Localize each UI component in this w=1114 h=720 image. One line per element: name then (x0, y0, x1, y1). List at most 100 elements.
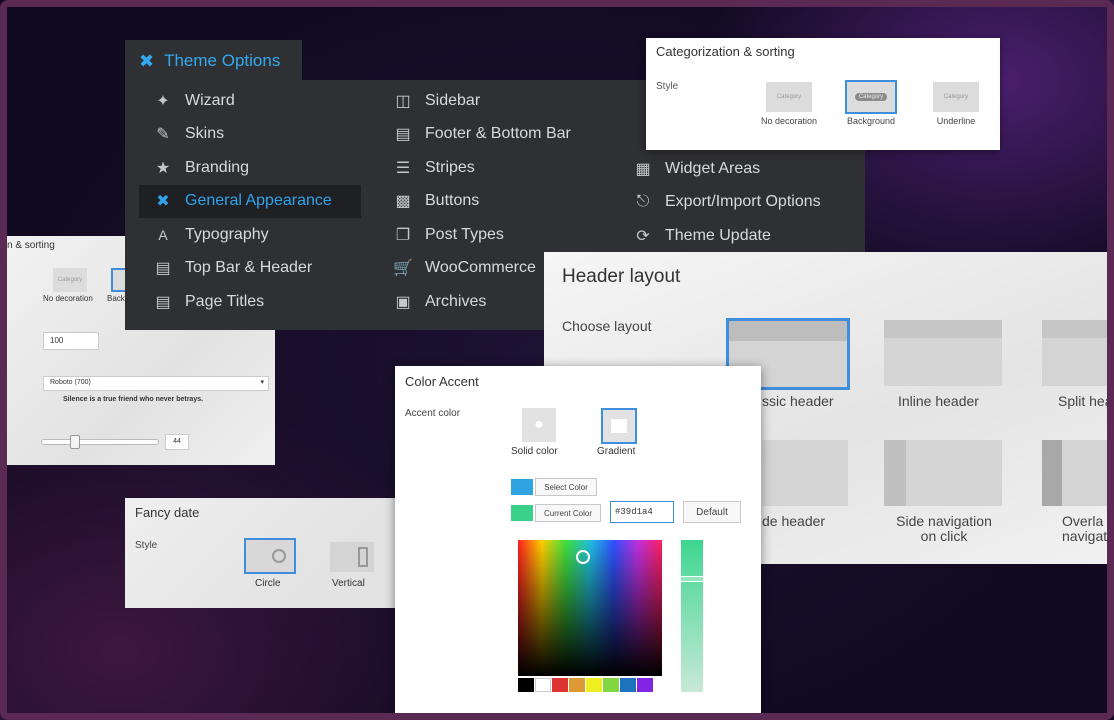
tools-icon: ✖ (156, 193, 170, 211)
slider-track[interactable] (41, 435, 159, 449)
select-color-button[interactable]: Select Color (535, 478, 597, 496)
thumb-side-bar (884, 440, 906, 506)
layout-side-navigation[interactable] (884, 440, 1002, 506)
mode-solid-caption: Solid color (511, 446, 558, 457)
vertical-icon (358, 547, 368, 567)
circle-icon (272, 549, 286, 563)
font-select[interactable]: Roboto (700) ▾ (43, 376, 269, 391)
menu-item-general-appearance[interactable]: ✖ General Appearance (139, 184, 361, 218)
color-picker-canvas[interactable] (518, 540, 662, 676)
menu-item-footer-bottom-bar[interactable]: ▤ Footer & Bottom Bar (379, 118, 619, 152)
tab-theme-options[interactable]: ✖ Theme Options (125, 40, 302, 82)
grid-icon: ▦ (635, 160, 651, 178)
category-caption: No decoration (43, 294, 93, 303)
layout-caption-side-navigation: Side navigation on click (896, 513, 992, 544)
category-thumb: Category (933, 82, 979, 112)
palette-swatch[interactable] (620, 678, 636, 692)
menu-item-skins[interactable]: ✎ Skins (139, 118, 361, 152)
thumb-side-bar (1042, 440, 1062, 506)
default-button[interactable]: Default (683, 501, 741, 523)
palette-swatch[interactable] (552, 678, 568, 692)
category-thumb: Category (845, 80, 897, 114)
menu-item-post-types[interactable]: ❐ Post Types (379, 218, 619, 252)
menu-item-export-import[interactable]: ⎋ Export/Import Options (619, 186, 865, 220)
slider-value[interactable]: 44 (165, 434, 189, 450)
mode-gradient-caption: Gradient (597, 446, 636, 457)
layout-overlay-navigation[interactable] (1042, 440, 1114, 506)
mode-solid-color[interactable]: ● (522, 408, 556, 442)
footer-icon: ▤ (395, 126, 411, 144)
select-color-swatch[interactable] (511, 479, 533, 495)
layout-side-header[interactable] (762, 440, 848, 506)
date-style-circle[interactable] (244, 538, 296, 574)
buttons-icon: ▩ (395, 193, 411, 211)
hue-slider[interactable] (679, 540, 705, 692)
menu-item-wizard[interactable]: ✦ Wizard (139, 84, 361, 118)
menu-item-widget-areas[interactable]: ▦ Widget Areas (619, 152, 865, 186)
option-background[interactable]: Category Background (836, 80, 906, 126)
drop-icon: ● (534, 416, 544, 433)
picker-cursor[interactable] (576, 550, 590, 564)
stripes-icon: ☰ (395, 159, 411, 177)
option-caption: Background (846, 116, 896, 126)
browser-icon: ▤ (155, 260, 171, 278)
categorization-title: Categorization & sorting (656, 44, 795, 59)
style-label: Style (656, 81, 679, 92)
menu-item-buttons[interactable]: ▩ Buttons (379, 185, 619, 219)
update-icon: ⟳ (636, 227, 650, 245)
color-accent-card: Color Accent Accent color ● Solid color … (395, 366, 761, 714)
panel-title: n & sorting (7, 240, 55, 251)
thumb-header-bar (884, 320, 1002, 338)
number-input[interactable]: 100 (43, 332, 99, 350)
font-preview-text: Silence is a true friend who never betra… (63, 396, 204, 403)
hex-input[interactable]: #39d1a4 (610, 501, 674, 523)
menu-item-sidebar[interactable]: ◫ Sidebar (379, 84, 619, 118)
layout-caption-overlay: Overla navigat (1062, 513, 1108, 544)
color-accent-title: Color Accent (405, 374, 479, 389)
menu-item-page-titles[interactable]: ▤ Page Titles (139, 285, 361, 319)
current-color-button: Current Color (535, 504, 601, 522)
export-icon: ⎋ (636, 193, 650, 211)
chevron-down-icon: ▾ (260, 379, 264, 386)
gradient-icon (611, 419, 627, 433)
date-style-vertical[interactable] (330, 542, 374, 572)
archive-icon: ▣ (395, 293, 411, 311)
date-style-vertical-caption: Vertical (332, 578, 365, 589)
category-thumb: Category (766, 82, 812, 112)
date-style-circle-caption: Circle (255, 578, 281, 589)
tools-icon: ✖ (139, 50, 155, 71)
menu-item-typography[interactable]: A Typography (139, 218, 361, 252)
theme-options-title: Theme Options (164, 51, 281, 70)
category-thumb[interactable]: Category (53, 268, 87, 292)
hue-slider-handle[interactable] (679, 576, 705, 582)
option-underline[interactable]: Category Underline (921, 82, 991, 126)
menu-item-stripes[interactable]: ☰ Stripes (379, 151, 619, 185)
palette-swatch[interactable] (518, 678, 534, 692)
layout-caption-inline: Inline header (898, 393, 979, 409)
palette-swatch[interactable] (535, 678, 551, 692)
mode-gradient[interactable] (601, 408, 637, 444)
style-label: Style (135, 540, 158, 551)
layout-split-header[interactable] (1042, 320, 1114, 386)
palette-swatch[interactable] (569, 678, 585, 692)
option-no-decoration[interactable]: Category No decoration (754, 82, 824, 126)
fancy-date-card: Fancy date Style Circle Vertical (125, 498, 397, 608)
fancy-date-title: Fancy date (135, 505, 200, 520)
menu-item-top-bar-header[interactable]: ▤ Top Bar & Header (139, 252, 361, 286)
menu-item-branding[interactable]: ★ Branding (139, 151, 361, 185)
wand-icon: ✦ (156, 92, 170, 110)
category-caption-2: Back (107, 294, 125, 303)
cart-icon: 🛒 (393, 260, 413, 278)
layout-caption-split: Split hea (1058, 393, 1113, 409)
current-color-swatch (511, 505, 533, 521)
layout-inline-header[interactable] (884, 320, 1002, 386)
palette-swatch[interactable] (586, 678, 602, 692)
menu-item-theme-update[interactable]: ⟳ Theme Update (619, 219, 865, 253)
palette-swatch[interactable] (637, 678, 653, 692)
thumb-header-bar (1042, 320, 1114, 338)
palette-swatch[interactable] (603, 678, 619, 692)
slider-handle[interactable] (70, 435, 81, 449)
post-types-icon: ❐ (395, 226, 411, 244)
header-layout-title: Header layout (562, 266, 681, 287)
page-title-icon: ▤ (155, 293, 171, 311)
